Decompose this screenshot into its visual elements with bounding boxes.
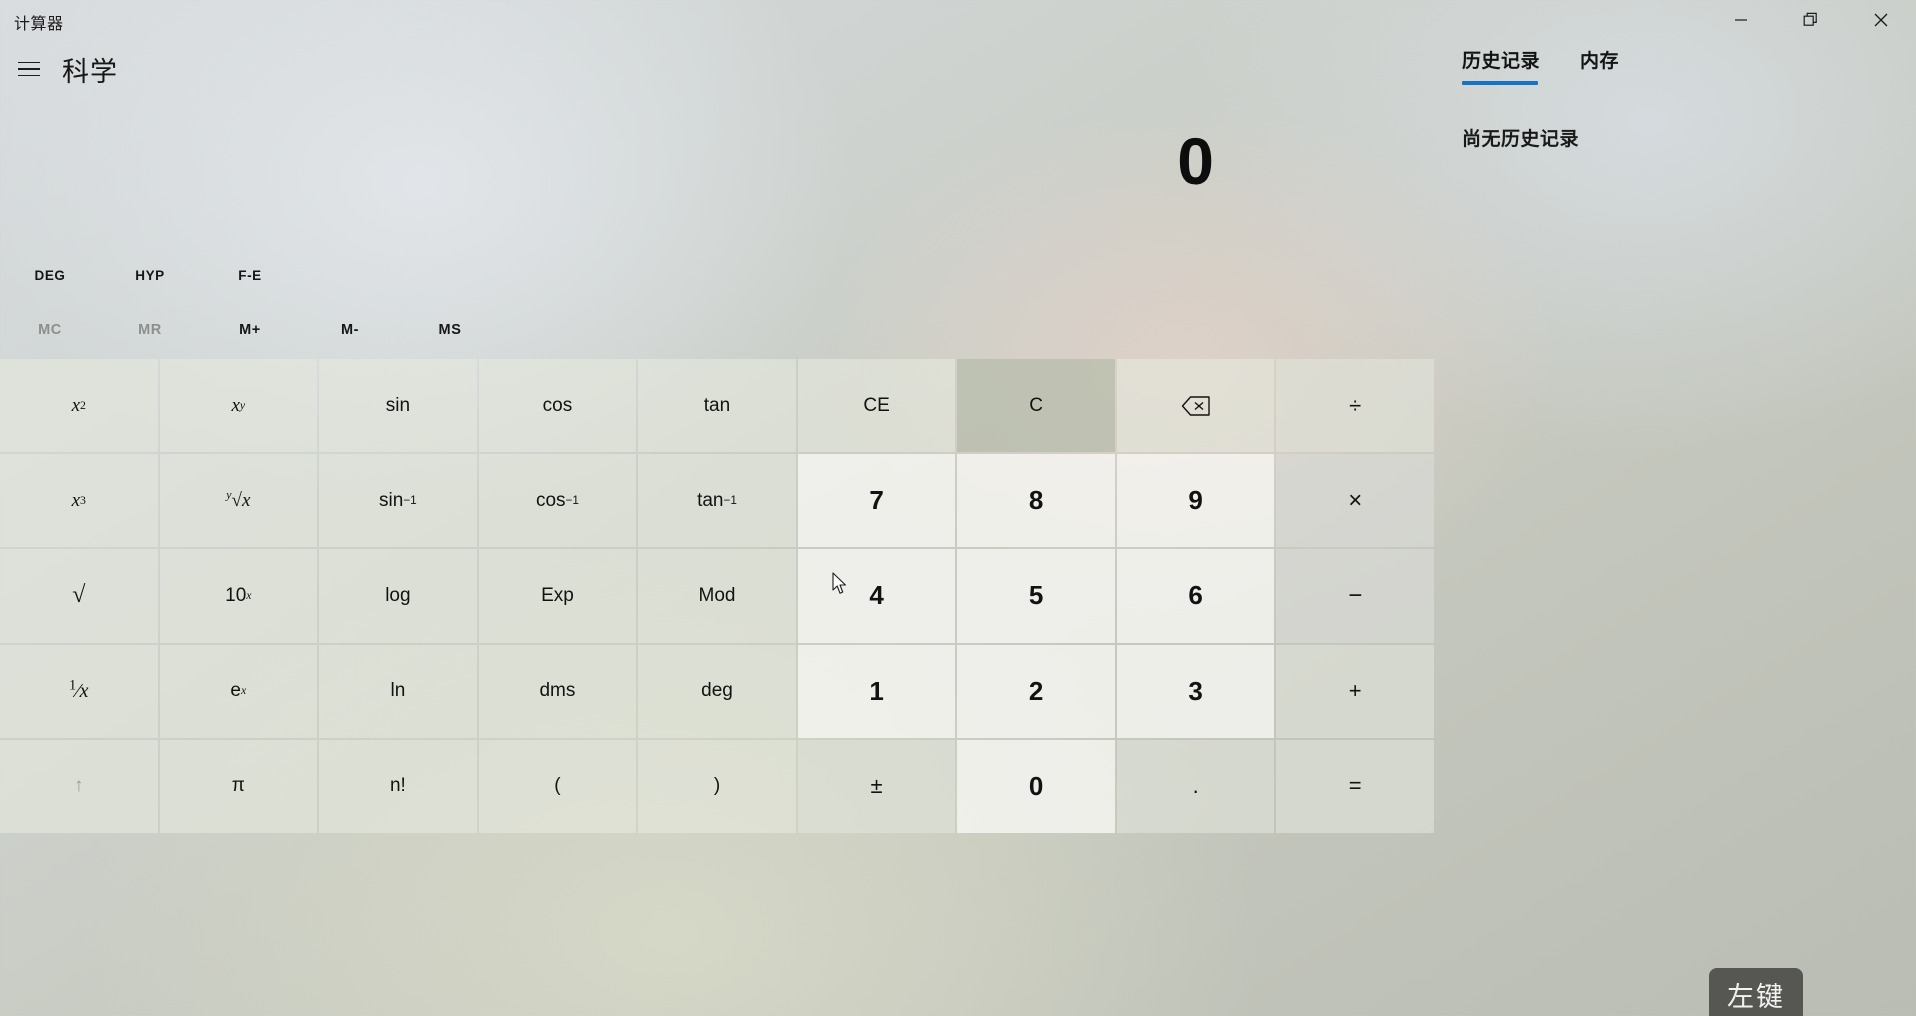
memory-add-button[interactable]: M+ <box>200 316 300 344</box>
key-sin[interactable]: sin <box>319 359 477 453</box>
key-shift-up[interactable]: ↑ <box>0 739 158 833</box>
key-acos[interactable]: cos −1 <box>478 454 637 548</box>
memory-subtract-button[interactable]: M- <box>300 316 400 344</box>
toggle-row: DEG HYP F-E <box>0 261 300 289</box>
key-log[interactable]: log <box>319 549 477 643</box>
close-icon <box>1873 12 1889 28</box>
keypad: x2 xy sin cos tan CE C ÷ x3 y√x sin −1 co… <box>0 359 1434 833</box>
key-six[interactable]: 6 <box>1116 549 1275 643</box>
minimize-icon <box>1734 13 1748 27</box>
hamburger-bar <box>18 61 40 64</box>
window-controls <box>1706 0 1916 40</box>
tab-memory[interactable]: 内存 <box>1580 46 1619 85</box>
key-clear[interactable]: C <box>957 359 1115 453</box>
key-deg[interactable]: deg <box>638 644 796 738</box>
key-close-paren[interactable]: ) <box>638 739 796 833</box>
minimize-button[interactable] <box>1706 0 1776 40</box>
restore-icon <box>1803 12 1819 28</box>
key-exp[interactable]: Exp <box>478 549 637 643</box>
key-backspace[interactable] <box>1116 359 1275 453</box>
key-power-y[interactable]: xy <box>159 359 318 453</box>
toggle-hyp[interactable]: HYP <box>100 261 200 289</box>
key-tan[interactable]: tan <box>638 359 796 453</box>
memory-store-button[interactable]: MS <box>400 316 500 344</box>
key-eight[interactable]: 8 <box>957 454 1115 548</box>
key-zero[interactable]: 0 <box>957 739 1115 833</box>
key-three[interactable]: 3 <box>1116 644 1275 738</box>
close-button[interactable] <box>1846 0 1916 40</box>
key-cube[interactable]: x3 <box>0 454 158 548</box>
key-square[interactable]: x2 <box>0 359 158 453</box>
key-nine[interactable]: 9 <box>1116 454 1275 548</box>
key-root-y[interactable]: y√x <box>159 454 318 548</box>
key-subtract[interactable]: − <box>1276 549 1434 643</box>
key-decimal[interactable]: . <box>1116 739 1275 833</box>
key-open-paren[interactable]: ( <box>478 739 637 833</box>
hamburger-bar <box>18 68 40 70</box>
history-memory-panel: 历史记录 内存 尚无历史记录 <box>1440 46 1910 151</box>
memory-row: MC MR M+ M- MS <box>0 316 500 344</box>
title-bar: 计算器 <box>0 0 1916 40</box>
key-ten-power-x[interactable]: 10 x <box>159 549 318 643</box>
key-plus-minus[interactable]: ± <box>797 739 956 833</box>
key-reciprocal[interactable]: 1⁄x <box>0 644 158 738</box>
key-add[interactable]: + <box>1276 644 1434 738</box>
key-pi[interactable]: π <box>159 739 318 833</box>
calculator-display: 0 <box>1177 124 1214 198</box>
backspace-icon <box>1181 395 1211 417</box>
key-factorial[interactable]: n! <box>319 739 477 833</box>
key-cos[interactable]: cos <box>478 359 637 453</box>
key-dms[interactable]: dms <box>478 644 637 738</box>
empty-history-message: 尚无历史记录 <box>1462 129 1580 150</box>
app-title: 计算器 <box>14 16 64 33</box>
key-atan[interactable]: tan −1 <box>638 454 796 548</box>
toggle-deg[interactable]: DEG <box>0 261 100 289</box>
memory-recall-button[interactable]: MR <box>100 316 200 344</box>
key-four[interactable]: 4 <box>797 549 956 643</box>
key-e-power-x[interactable]: ex <box>159 644 318 738</box>
tab-history[interactable]: 历史记录 <box>1462 46 1540 85</box>
key-sqrt[interactable]: √ <box>0 549 158 643</box>
toggle-fe[interactable]: F-E <box>200 261 300 289</box>
key-seven[interactable]: 7 <box>797 454 956 548</box>
memory-clear-button[interactable]: MC <box>0 316 100 344</box>
key-two[interactable]: 2 <box>957 644 1115 738</box>
panel-tabs: 历史记录 内存 <box>1440 46 1910 85</box>
key-mod[interactable]: Mod <box>638 549 796 643</box>
key-clear-entry[interactable]: CE <box>797 359 956 453</box>
restore-button[interactable] <box>1776 0 1846 40</box>
key-one[interactable]: 1 <box>797 644 956 738</box>
hamburger-bar <box>18 74 40 77</box>
page-title: 科学 <box>62 57 118 87</box>
key-divide[interactable]: ÷ <box>1276 359 1434 453</box>
key-multiply[interactable]: × <box>1276 454 1434 548</box>
key-five[interactable]: 5 <box>957 549 1115 643</box>
hamburger-menu-icon[interactable] <box>10 52 48 86</box>
click-indicator-badge: 左键 <box>1709 968 1803 1016</box>
key-asin[interactable]: sin −1 <box>319 454 477 548</box>
key-equals[interactable]: = <box>1276 739 1434 833</box>
key-ln[interactable]: ln <box>319 644 477 738</box>
